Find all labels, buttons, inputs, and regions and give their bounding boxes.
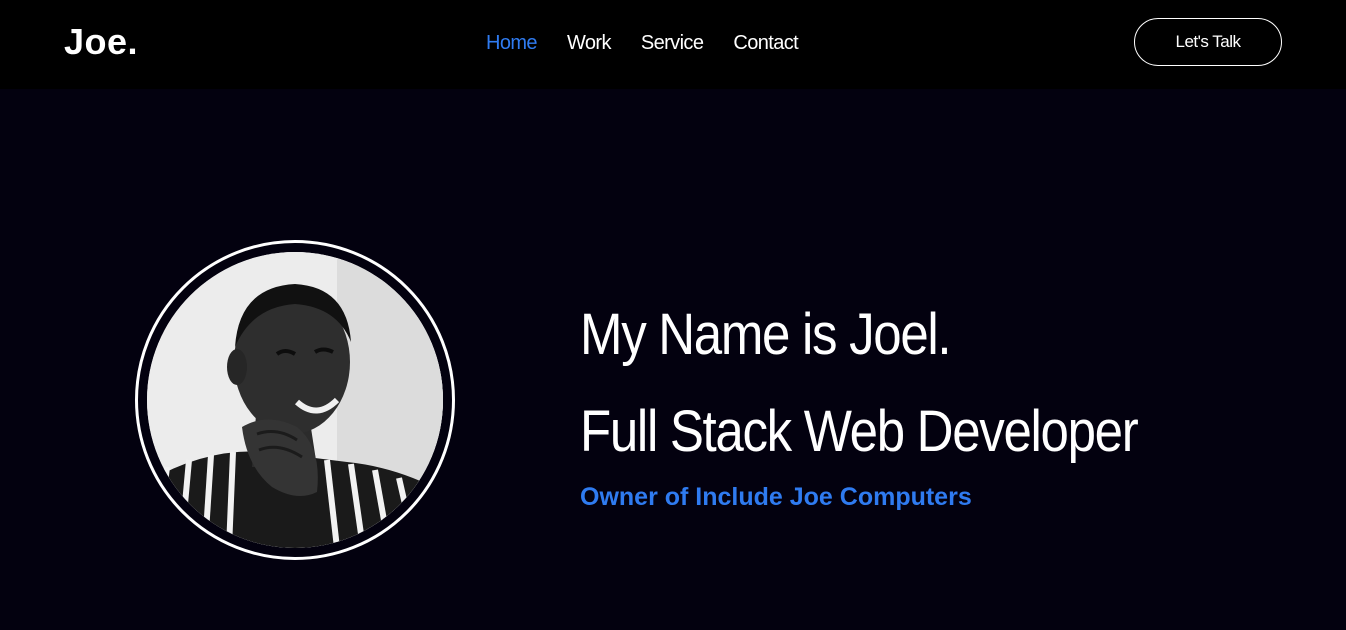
navbar: Joe. Home Work Service Contact Let's Tal… <box>0 0 1346 89</box>
nav-item-service[interactable]: Service <box>641 30 704 56</box>
nav-item-contact[interactable]: Contact <box>733 30 798 56</box>
avatar <box>147 252 443 548</box>
nav-item-work[interactable]: Work <box>567 30 612 56</box>
hero-headline-name: My Name is Joel. <box>580 302 952 367</box>
hero-headline-role: Full Stack Web Developer <box>580 399 1139 464</box>
nav-item-home[interactable]: Home <box>486 30 538 56</box>
logo[interactable]: Joe. <box>64 22 138 62</box>
hero-subtitle: Owner of Include Joe Computers <box>580 483 972 511</box>
profile-photo-icon <box>147 252 443 548</box>
nav-links: Home Work Service Contact <box>486 30 799 56</box>
lets-talk-button[interactable]: Let's Talk <box>1134 18 1282 66</box>
